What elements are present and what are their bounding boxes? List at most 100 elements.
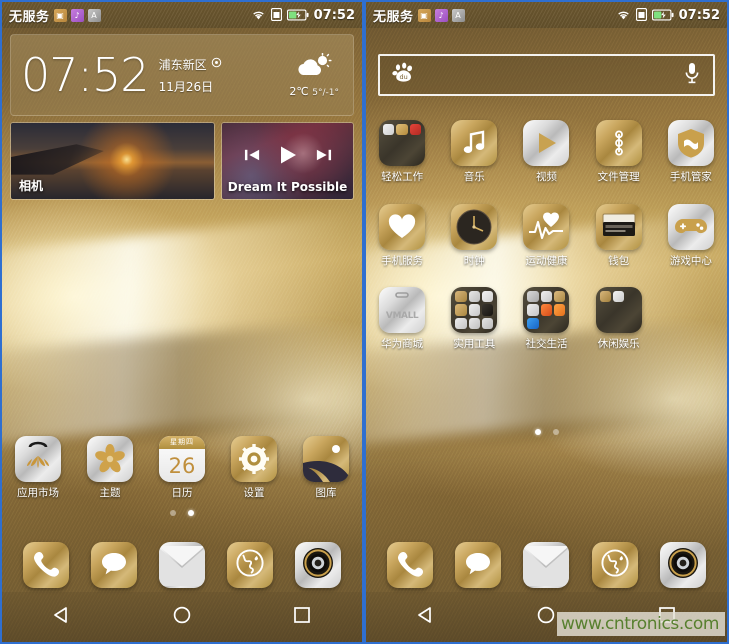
dock-messages[interactable]: [455, 542, 502, 588]
folder-mini-icon: [540, 304, 553, 316]
nav-bar-left: [2, 592, 362, 642]
app-health[interactable]: 运动健康: [510, 198, 582, 268]
nav-back[interactable]: [51, 604, 73, 630]
app-vmall[interactable]: VMALL 华为商城: [366, 281, 438, 351]
app-game-center[interactable]: 游戏中心: [655, 198, 727, 268]
location-pin-icon: [211, 57, 222, 71]
dock-phone[interactable]: [387, 542, 434, 588]
microphone-icon[interactable]: [683, 61, 701, 89]
camera-widget[interactable]: 相机: [10, 122, 215, 200]
app-label: 运动健康: [525, 254, 568, 267]
page-dot[interactable]: [170, 509, 176, 516]
app-label: 华为商城: [381, 338, 424, 351]
page-dot[interactable]: [552, 428, 559, 435]
messages-bubble-icon: [100, 549, 128, 581]
app-file-manager[interactable]: 文件管理: [583, 114, 655, 184]
social-folder-icon: [523, 287, 570, 334]
folder-mini-icon: [396, 124, 408, 136]
phone-right-homescreen: 无服务 ▣ ♪ A 07:52 du 轻松工作 音乐 视频 文件管理 手机管家 …: [364, 0, 729, 644]
previous-track-icon[interactable]: [244, 147, 261, 167]
search-input[interactable]: [416, 56, 683, 94]
play-icon[interactable]: [277, 144, 299, 170]
app-wallet[interactable]: 钱包: [583, 198, 655, 268]
vmall-icon: VMALL: [379, 287, 426, 334]
email-envelope-icon: [159, 542, 205, 588]
page-dot-active[interactable]: [188, 509, 194, 516]
app-label: 社交生活: [525, 338, 568, 351]
nav-back[interactable]: [415, 604, 437, 630]
dock-browser[interactable]: [591, 542, 638, 588]
dock-camera[interactable]: [659, 542, 706, 588]
music-track-title: Dream It Possible: [227, 180, 348, 194]
app-phone-manager[interactable]: 手机管家: [655, 114, 727, 184]
music-note-icon: [451, 120, 498, 166]
app-settings[interactable]: 设置: [218, 430, 290, 500]
tools-folder-icon: [451, 287, 498, 334]
nav-recents[interactable]: [291, 604, 313, 630]
video-play-icon: [523, 120, 570, 166]
gallery-icon: [303, 436, 349, 482]
folder-mini-icon: [481, 291, 494, 303]
calendar-icon: 星期四 26: [159, 436, 205, 482]
carrier-label: 无服务: [373, 9, 414, 25]
widget-weather-block[interactable]: 2℃ 5°/-1°: [289, 52, 343, 98]
dock-camera[interactable]: [295, 542, 341, 588]
battery-icon: [286, 6, 309, 25]
folder-mini-icon: [599, 291, 611, 303]
widget-location-date: 浦东新区 11月26日: [159, 56, 222, 95]
app-calendar[interactable]: 星期四 26 日历: [146, 430, 218, 500]
app-row-1: 轻松工作 音乐 视频 文件管理 手机管家: [366, 114, 727, 184]
app-folder-work[interactable]: 轻松工作: [366, 114, 438, 184]
folder-preview-grid: [596, 287, 642, 333]
health-heartbeat-icon: [523, 203, 570, 250]
calendar-weekday: 星期四: [159, 436, 205, 449]
folder-mini-icon: [468, 317, 480, 330]
folder-mini-icon: [468, 304, 480, 316]
camera-widget-label: 相机: [19, 179, 44, 193]
app-folder-tools[interactable]: 实用工具: [438, 281, 510, 351]
widget-clock-time: 07:52: [21, 48, 150, 102]
widget-location-row: 浦东新区: [159, 56, 222, 73]
search-widget[interactable]: du: [378, 54, 715, 96]
app-themes[interactable]: 主题: [74, 430, 146, 500]
dock-messages[interactable]: [91, 542, 137, 588]
temp-high-low: 5°/-1°: [312, 87, 339, 98]
phone-dialer-icon: [32, 549, 60, 581]
dock-right: [366, 542, 727, 588]
music-widget[interactable]: Dream It Possible: [221, 122, 354, 200]
status-time: 07:52: [313, 7, 355, 23]
notif-chip-purple: ♪: [434, 8, 448, 22]
left-app-row: 应用市场 主题 星期四 26 日历 设置 图库: [2, 430, 362, 500]
folder-mini-icon: [540, 291, 553, 303]
app-label: 休闲娱乐: [597, 338, 640, 351]
nav-home[interactable]: [535, 604, 557, 630]
folder-preview-grid: [451, 287, 497, 333]
dock-email[interactable]: [159, 542, 205, 588]
app-gallery[interactable]: 图库: [290, 430, 362, 500]
dock-phone[interactable]: [23, 542, 69, 588]
app-label: 手机管家: [669, 171, 712, 183]
baidu-paw-icon[interactable]: du: [392, 61, 416, 89]
app-folder-social[interactable]: 社交生活: [510, 281, 582, 351]
folder-mini-icon: [527, 304, 539, 316]
app-music[interactable]: 音乐: [438, 114, 510, 184]
app-clock[interactable]: 时钟: [438, 198, 510, 268]
app-huawei-appgallery[interactable]: 应用市场: [2, 430, 74, 500]
next-track-icon[interactable]: [315, 147, 332, 167]
app-video[interactable]: 视频: [510, 114, 582, 184]
page-indicator-right: [366, 428, 727, 435]
dock-browser[interactable]: [227, 542, 273, 588]
folder-preview-grid: [523, 287, 569, 333]
clock-weather-widget[interactable]: 07:52 浦东新区 11月26日 2℃ 5°/-1°: [10, 34, 354, 116]
huawei-appgallery-icon: [15, 436, 61, 482]
nav-home[interactable]: [171, 604, 193, 630]
dock-email[interactable]: [523, 542, 570, 588]
page-dot-active[interactable]: [534, 428, 541, 435]
email-envelope-icon: [523, 542, 570, 588]
wallet-icon: [595, 203, 642, 250]
app-folder-entertainment[interactable]: 休闲娱乐: [583, 281, 655, 351]
folder-preview-grid: [379, 120, 425, 166]
app-label: 手机服务: [381, 254, 424, 267]
app-phone-service[interactable]: 手机服务: [366, 198, 438, 268]
folder-mini-icon: [455, 304, 467, 316]
